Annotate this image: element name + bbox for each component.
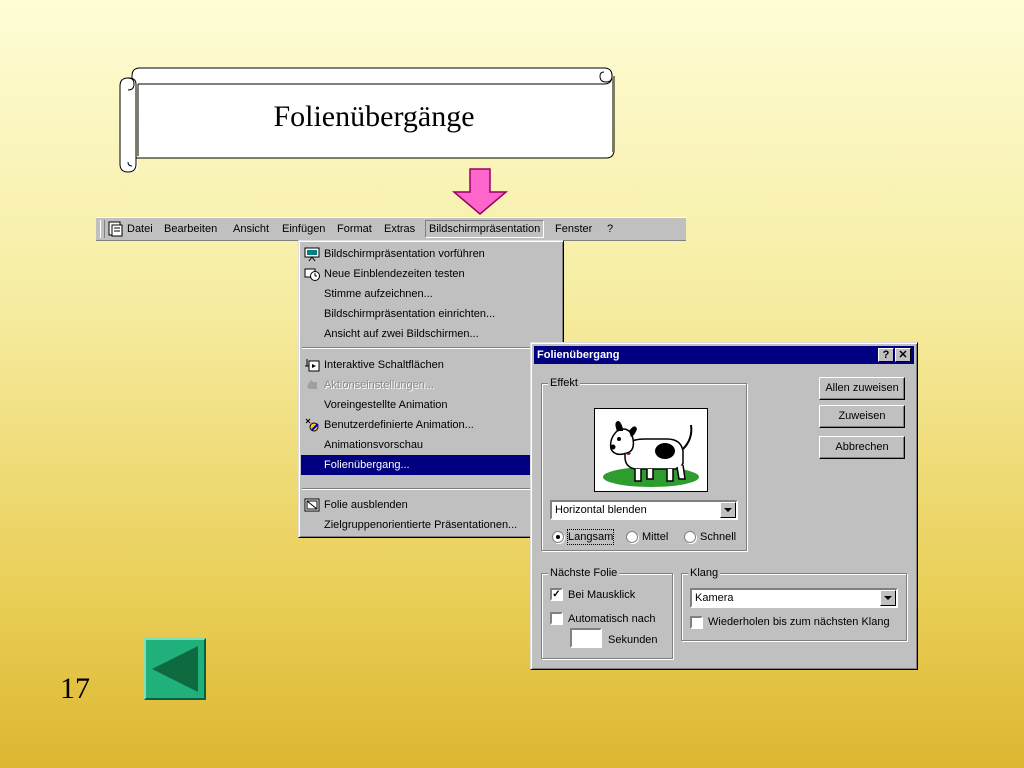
menu-separator [302, 347, 560, 349]
toolbar-grip[interactable] [100, 220, 105, 238]
slide-transition-dialog: Folienübergang ? ✕ Effekt Horizontal ble… [530, 342, 918, 670]
document-icon[interactable] [107, 221, 125, 237]
triangle-left-icon [152, 646, 198, 692]
menu-format[interactable]: Format [334, 220, 375, 238]
effect-preview [594, 408, 708, 492]
speed-fast-radio[interactable] [684, 531, 696, 543]
slideshow-icon [304, 247, 320, 262]
apply-all-button[interactable]: Allen zuweisen [819, 377, 905, 400]
action-button-icon [305, 359, 320, 372]
dialog-titlebar: Folienübergang ? ✕ [534, 346, 914, 364]
menu-bildschirmpraesentation[interactable]: Bildschirmpräsentation [425, 220, 545, 238]
menu-item-custom-animation[interactable]: Benutzerdefinierte Animation... [301, 415, 561, 435]
on-click-checkbox[interactable]: ✓ [550, 588, 563, 601]
menu-einfuegen[interactable]: Einfügen [279, 220, 328, 238]
slideshow-dropdown-menu: Bildschirmpräsentation vorführen Neue Ei… [298, 240, 564, 538]
help-button[interactable]: ? [878, 348, 894, 362]
chevron-down-icon[interactable] [720, 502, 736, 518]
effect-select[interactable]: Horizontal blenden [550, 500, 738, 520]
close-button[interactable]: ✕ [895, 348, 911, 362]
sound-select[interactable]: Kamera [690, 588, 898, 608]
timer-icon [304, 268, 320, 281]
effect-group-label: Effekt [548, 376, 580, 390]
menu-item-record-narration[interactable]: Stimme aufzeichnen... [301, 284, 561, 304]
menu-item-setup-show[interactable]: Bildschirmpräsentation einrichten... [301, 304, 561, 324]
custom-animation-icon [305, 418, 319, 432]
seconds-input[interactable] [570, 628, 602, 648]
next-slide-group-label: Nächste Folie [548, 566, 620, 580]
dog-preview-image [603, 421, 699, 487]
menu-item-slide-transition[interactable]: Folienübergang... [301, 455, 561, 475]
slide-number: 17 [60, 672, 90, 705]
loop-sound-label[interactable]: Wiederholen bis zum nächsten Klang [708, 615, 890, 629]
effect-group: Effekt Horizontal blenden Langsam Mittel… [541, 376, 747, 551]
on-click-label[interactable]: Bei Mausklick [568, 588, 635, 602]
speed-medium-radio[interactable] [626, 531, 638, 543]
menu-fenster[interactable]: Fenster [552, 220, 595, 238]
back-nav-button[interactable] [144, 638, 206, 700]
auto-advance-checkbox[interactable] [550, 612, 563, 625]
speed-medium-label[interactable]: Mittel [642, 530, 668, 544]
arrow-down-icon [451, 168, 509, 215]
menu-bar: Datei Bearbeiten Ansicht Einfügen Format… [96, 217, 686, 241]
chevron-down-icon[interactable] [880, 590, 896, 606]
loop-sound-checkbox[interactable] [690, 616, 703, 629]
menu-item-slideshow-start[interactable]: Bildschirmpräsentation vorführen [301, 244, 561, 264]
menu-item-dual-screen[interactable]: Ansicht auf zwei Bildschirmen... [301, 324, 561, 344]
apply-button[interactable]: Zuweisen [819, 405, 905, 428]
action-settings-icon [307, 380, 317, 389]
menu-item-action-buttons[interactable]: Interaktive Schaltflächen [301, 355, 561, 375]
menu-item-rehearse-timings[interactable]: Neue Einblendezeiten testen [301, 264, 561, 284]
sound-group-label: Klang [688, 566, 721, 580]
cancel-button[interactable]: Abbrechen [819, 436, 905, 459]
dialog-title: Folienübergang [537, 349, 620, 361]
menu-bearbeiten[interactable]: Bearbeiten [161, 220, 220, 238]
next-slide-group: Nächste Folie ✓ Bei Mausklick Automatisc… [541, 566, 673, 659]
menu-item-custom-shows[interactable]: Zielgruppenorientierte Präsentationen... [301, 515, 561, 535]
menu-item-animation-preview[interactable]: Animationsvorschau [301, 435, 561, 455]
page-title: Folienübergänge [273, 100, 475, 133]
menu-datei[interactable]: Datei [124, 220, 156, 238]
menu-item-preset-animation[interactable]: Voreingestellte Animation [301, 395, 561, 415]
menu-separator [302, 488, 560, 490]
seconds-label: Sekunden [608, 634, 658, 646]
menu-extras[interactable]: Extras [381, 220, 418, 238]
speed-slow-radio[interactable] [552, 531, 564, 543]
speed-slow-label[interactable]: Langsam [566, 529, 615, 545]
menu-ansicht[interactable]: Ansicht [230, 220, 272, 238]
speed-fast-label[interactable]: Schnell [700, 530, 736, 544]
menu-help[interactable]: ? [604, 220, 616, 238]
sound-group: Klang Kamera Wiederholen bis zum nächste… [681, 566, 907, 641]
hide-slide-icon [304, 498, 320, 512]
auto-advance-label[interactable]: Automatisch nach [568, 612, 655, 626]
menu-item-action-settings: Aktionseinstellungen... [301, 375, 561, 395]
menu-item-hide-slide[interactable]: Folie ausblenden [301, 495, 561, 515]
